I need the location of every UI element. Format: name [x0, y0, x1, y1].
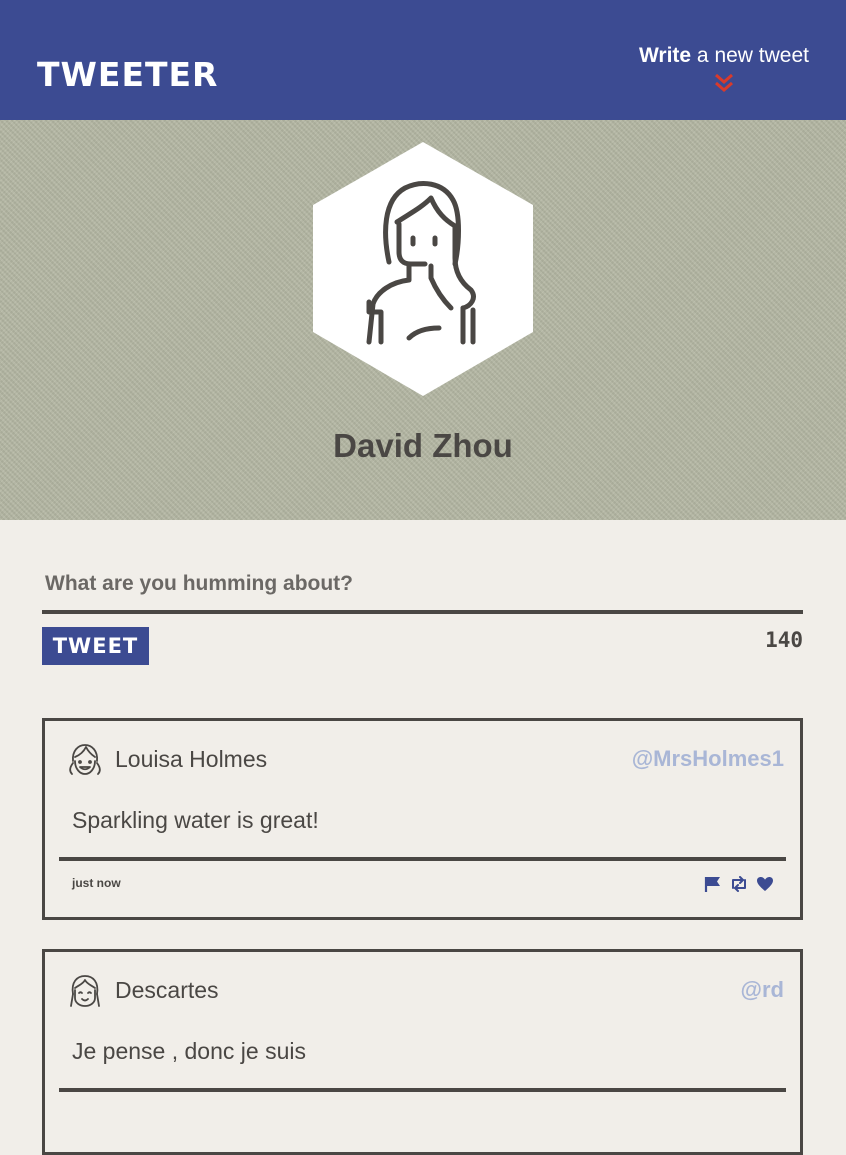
tweet-card: Louisa Holmes @MrsHolmes1 Sparkling wate… [42, 718, 803, 920]
tweet-timestamp: just now [72, 876, 121, 890]
retweet-icon[interactable] [730, 876, 748, 892]
tweet-author-handle[interactable]: @rd [741, 977, 784, 1003]
tweet-composer: What are you humming about? TWEET 140 [42, 560, 803, 665]
character-counter: 140 [765, 628, 803, 652]
tweet-body: Je pense , donc je suis [72, 1038, 306, 1064]
tweet-actions [704, 876, 774, 892]
avatar-hexagon [313, 142, 533, 396]
heart-icon[interactable] [756, 876, 774, 892]
tweet-author-handle[interactable]: @MrsHolmes1 [632, 746, 784, 772]
compose-toggle-strong: Write [638, 44, 692, 67]
tweet-author-name: Louisa Holmes [115, 746, 268, 772]
tweet-body: Sparkling water is great! [72, 807, 319, 833]
chevrons-down-icon[interactable] [713, 72, 735, 94]
composer-underline [42, 610, 803, 614]
profile-name: David Zhou [333, 427, 513, 464]
write-new-tweet-toggle[interactable]: Write a new tweet [639, 44, 809, 94]
tweet-divider [59, 857, 786, 861]
tweet-input[interactable]: What are you humming about? [45, 560, 803, 608]
top-nav: TWEETER Write a new tweet [0, 0, 846, 120]
tweet-author-name: Descartes [115, 977, 219, 1003]
profile-header: David Zhou [0, 120, 846, 520]
user-avatar-icon [70, 975, 100, 1007]
tweet-card: Descartes @rd Je pense , donc je suis [42, 949, 803, 1155]
user-avatar-icon [69, 744, 101, 775]
tweet-divider [59, 1088, 786, 1092]
compose-toggle-text: a new tweet [691, 44, 809, 67]
tweet-button[interactable]: TWEET [42, 627, 149, 665]
brand-logo[interactable]: TWEETER [37, 57, 218, 93]
profile-avatar [313, 142, 533, 396]
flag-icon[interactable] [704, 876, 722, 892]
